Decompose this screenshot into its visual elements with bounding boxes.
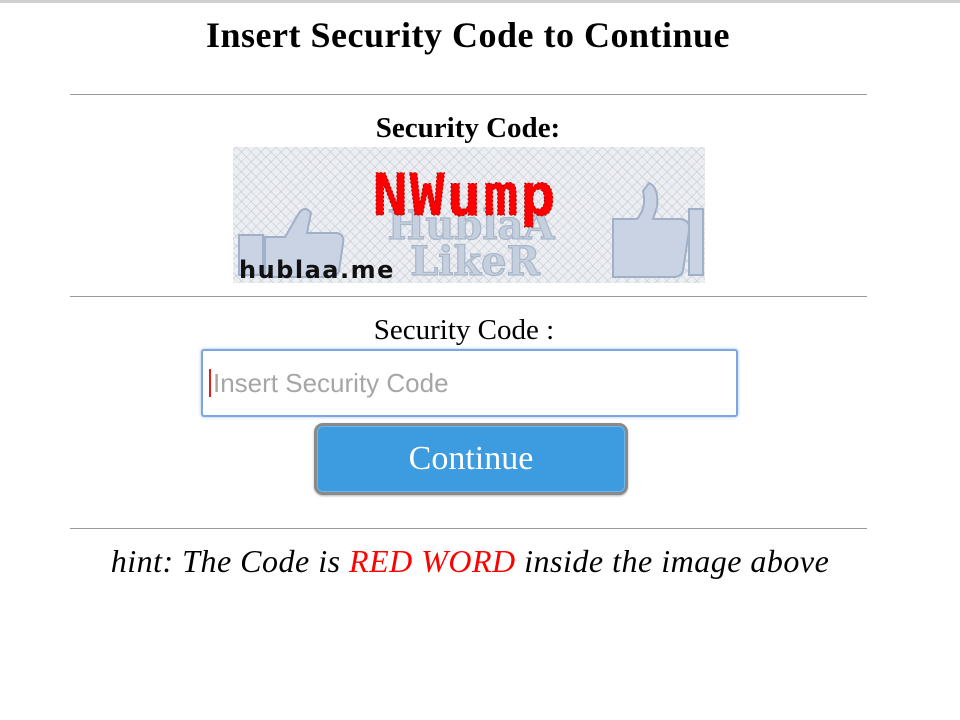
divider-bottom: [70, 528, 867, 529]
hint-text: hint: The Code is RED WORD inside the im…: [80, 542, 860, 580]
captcha-heading: Security Code:: [375, 112, 561, 144]
security-code-label: Security Code :: [373, 314, 555, 346]
security-code-input[interactable]: [201, 349, 738, 417]
divider-middle: [70, 296, 867, 297]
captcha-site-label: hublaa.me: [239, 256, 395, 283]
hint-suffix: inside the image above: [524, 543, 830, 579]
captcha-image: HublaA LikeR NWump hublaa.me: [233, 147, 705, 283]
watermark-text-line2: LikeR: [410, 238, 540, 283]
continue-button[interactable]: Continue: [314, 423, 628, 495]
page-title: Insert Security Code to Continue: [206, 15, 730, 55]
thumbs-up-icon: [612, 181, 704, 278]
captcha-code-word: NWump: [373, 161, 558, 229]
top-border: [0, 0, 960, 3]
hint-prefix: hint: The Code is: [110, 543, 341, 579]
divider-top: [70, 94, 867, 95]
captcha-graphic: HublaA LikeR NWump hublaa.me: [238, 161, 704, 283]
hint-highlight: RED WORD: [349, 543, 516, 579]
text-cursor: [209, 369, 211, 397]
